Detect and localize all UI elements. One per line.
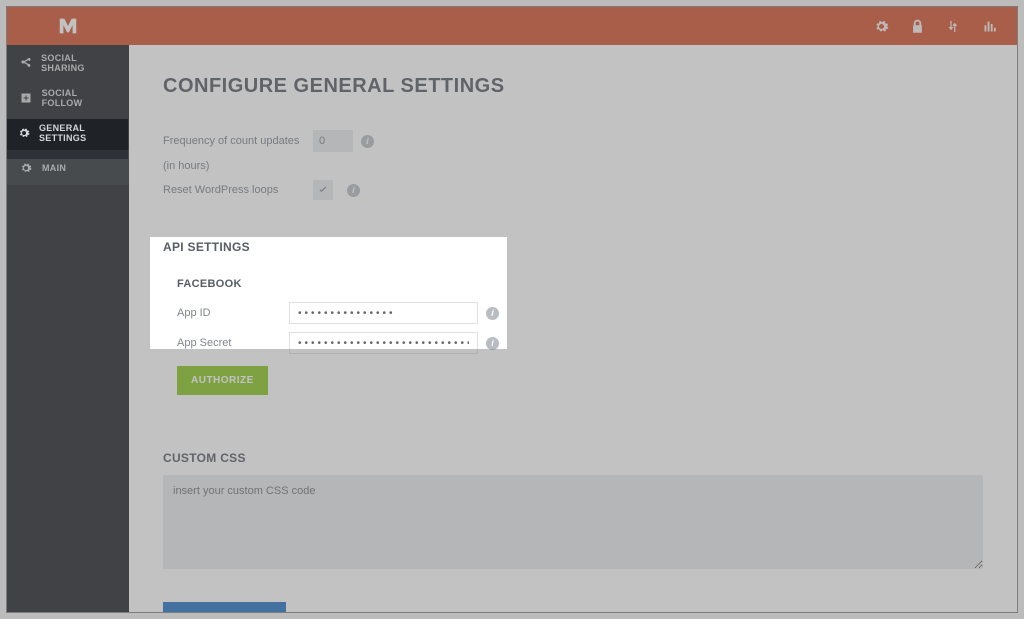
info-icon[interactable]: i [486,337,499,350]
frequency-sublabel: (in hours) [163,160,313,172]
gear-icon[interactable] [863,7,899,45]
header [7,7,1017,45]
sidebar-item-label: MAIN [42,163,66,173]
reset-label: Reset WordPress loops [163,184,313,196]
gear-icon [17,162,35,174]
sidebar-item-label: SOCIAL SHARING [41,53,119,73]
facebook-api-box: FACEBOOK App ID i App Secret i AUTHORIZE [163,264,513,411]
bars-icon[interactable] [971,7,1007,45]
sidebar-item-label: SOCIAL FOLLOW [42,88,119,108]
logo [7,7,129,45]
sidebar: SOCIAL SHARING SOCIAL FOLLOW GENERAL SET… [7,45,129,612]
header-actions [863,7,1017,45]
info-icon[interactable]: i [347,184,360,197]
frequency-label: Frequency of count updates [163,135,313,147]
app-id-input[interactable] [289,302,478,324]
app-secret-input[interactable] [289,332,478,354]
authorize-button[interactable]: AUTHORIZE [177,366,268,395]
facebook-subtitle: FACEBOOK [177,278,499,290]
transfer-icon[interactable] [935,7,971,45]
gear-icon [17,127,32,139]
lock-icon[interactable] [899,7,935,45]
sidebar-item-social-sharing[interactable]: SOCIAL SHARING [7,45,129,80]
frequency-row: Frequency of count updates i [163,130,983,152]
save-button[interactable]: SAVE CHANGES [163,602,286,612]
app-id-row: App ID i [177,302,499,324]
frequency-input[interactable] [313,130,353,152]
frequency-sub-row: (in hours) [163,160,983,172]
custom-css-textarea[interactable] [163,475,983,569]
reset-row: Reset WordPress loops i [163,180,983,200]
app-secret-row: App Secret i [177,332,499,354]
sidebar-item-main[interactable]: MAIN [7,150,129,185]
reset-checkbox[interactable] [313,180,333,200]
app-id-label: App ID [177,307,289,319]
share-icon [17,57,34,69]
api-section-title: API SETTINGS [163,240,983,254]
page-title: CONFIGURE GENERAL SETTINGS [163,75,983,98]
sidebar-item-social-follow[interactable]: SOCIAL FOLLOW [7,80,129,115]
info-icon[interactable]: i [486,307,499,320]
custom-css-title: CUSTOM CSS [163,451,983,465]
app-secret-label: App Secret [177,337,289,349]
main-content: CONFIGURE GENERAL SETTINGS Frequency of … [129,45,1017,612]
plus-square-icon [17,92,35,104]
sidebar-item-general-settings[interactable]: GENERAL SETTINGS [7,115,129,150]
sidebar-item-label: GENERAL SETTINGS [39,123,119,143]
info-icon[interactable]: i [361,135,374,148]
custom-css-box [163,475,983,574]
